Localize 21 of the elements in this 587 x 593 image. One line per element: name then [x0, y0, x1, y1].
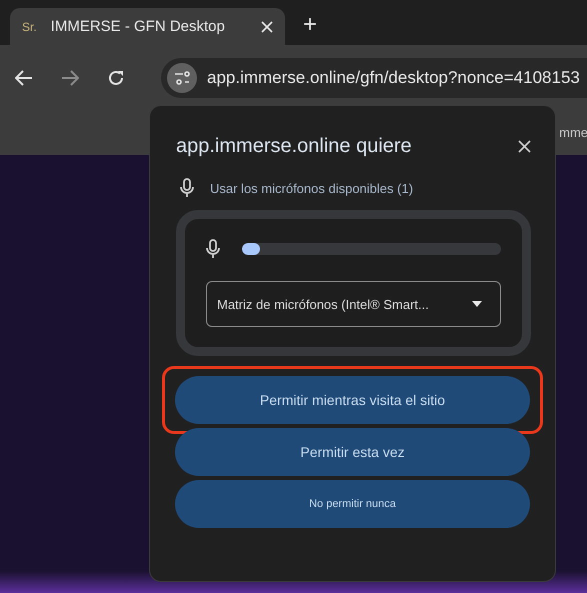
reload-icon[interactable] [107, 68, 125, 86]
caret-icon [472, 301, 482, 307]
url-text: app.immerse.online/gfn/desktop?nonce=4108153 [207, 68, 580, 88]
new-tab-button[interactable]: + [299, 11, 322, 39]
forward-icon[interactable] [61, 70, 79, 86]
permission-text: Usar los micrófonos disponibles (1) [210, 180, 414, 196]
permission-button[interactable]: Permitir mientras visita el sitio [175, 376, 530, 424]
tab-title: IMMERSE - GFN Desktop [50, 18, 226, 35]
permission-button[interactable]: No permitir nunca [175, 480, 530, 528]
device-dropdown[interactable]: Matriz de micrófonos (Intel® Smart... [206, 281, 501, 327]
permission-button[interactable]: Permitir esta vez [175, 428, 530, 476]
browser-tab[interactable]: Sr. IMMERSE - GFN Desktop [10, 8, 285, 45]
microphone-icon [180, 178, 194, 198]
address-bar[interactable]: app.immerse.online/gfn/desktop?nonce=4108153 [161, 58, 587, 98]
site-settings-icon[interactable] [167, 62, 197, 92]
tab-favicon: Sr. [22, 20, 37, 34]
back-icon[interactable] [15, 70, 33, 86]
popup-title: app.immerse.online quiere [176, 134, 412, 158]
close-icon[interactable] [261, 20, 273, 32]
microphone-icon [206, 239, 220, 259]
close-icon[interactable] [518, 140, 531, 152]
